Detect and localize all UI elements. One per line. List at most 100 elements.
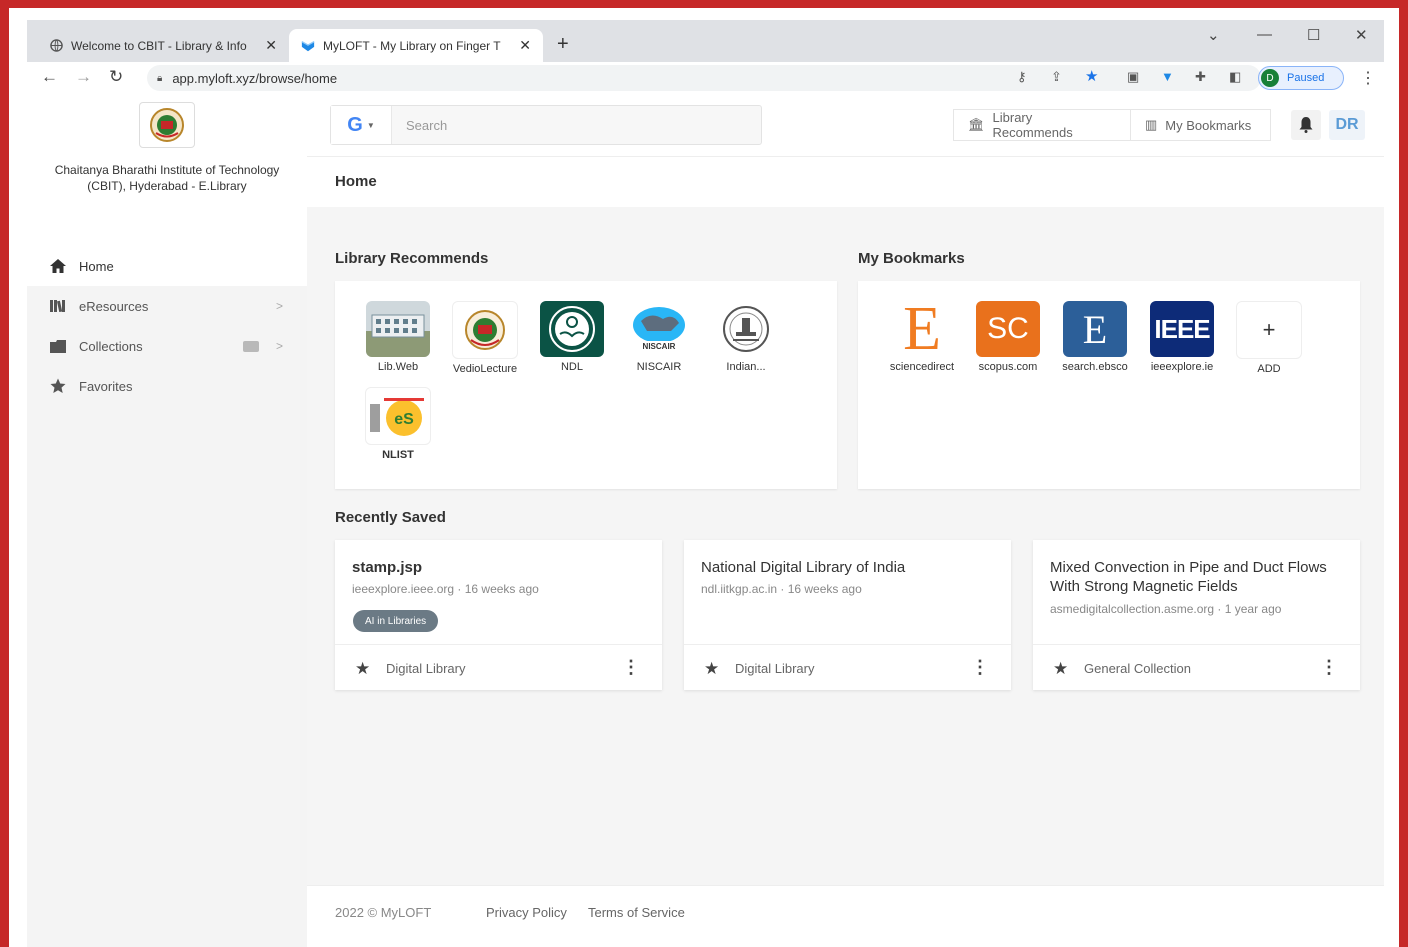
notifications-bell-icon[interactable] bbox=[1291, 110, 1321, 140]
bookmark-tile-ieeexplore[interactable]: IEEE ieeexplore.ie bbox=[1142, 301, 1222, 373]
maximize-icon[interactable]: ☐ bbox=[1307, 26, 1320, 44]
tab-title: MyLOFT - My Library on Finger T bbox=[323, 38, 501, 53]
sciencedirect-logo: E bbox=[890, 301, 954, 357]
main-content: G ▼ Search 🏛︎ Library Recommends ▥ My Boo… bbox=[307, 94, 1384, 947]
myloft-extension-icon[interactable]: ▼ bbox=[1161, 69, 1174, 84]
ieee-logo: IEEE bbox=[1150, 301, 1214, 357]
saved-card[interactable]: Mixed Convection in Pipe and Duct Flows … bbox=[1033, 540, 1360, 690]
new-tab-button[interactable]: + bbox=[557, 33, 569, 56]
recommend-tile-ndl[interactable]: NDL bbox=[532, 301, 612, 373]
saved-card[interactable]: National Digital Library of India ndl.ii… bbox=[684, 540, 1011, 690]
sidebar-item-favorites[interactable]: Favorites bbox=[27, 366, 307, 406]
forward-arrow-icon[interactable]: → bbox=[75, 67, 92, 87]
recommend-tile-vediolecture[interactable]: VedioLecture bbox=[445, 301, 525, 375]
star-icon[interactable]: ★ bbox=[704, 659, 719, 679]
browser-window: Welcome to CBIT - Library & Info ✕ MyLOF… bbox=[27, 20, 1384, 947]
saved-title[interactable]: stamp.jsp bbox=[352, 558, 642, 577]
minimize-icon[interactable]: — bbox=[1257, 26, 1272, 43]
star-icon[interactable]: ★ bbox=[1053, 659, 1068, 679]
search-bar[interactable]: G ▼ Search bbox=[330, 105, 762, 145]
scopus-logo: SC bbox=[976, 301, 1040, 357]
my-bookmarks-card: E sciencedirect SC scopus.com E search.e… bbox=[858, 281, 1360, 489]
sidebar: Chaitanya Bharathi Institute of Technolo… bbox=[27, 94, 307, 947]
chevron-right-icon[interactable]: > bbox=[276, 339, 283, 353]
tab-close-icon[interactable]: ✕ bbox=[265, 37, 277, 54]
saved-card[interactable]: stamp.jsp ieeexplore.ieee.org · 16 weeks… bbox=[335, 540, 662, 690]
puzzle-icon[interactable]: ✚ bbox=[1195, 69, 1206, 85]
bookmark-glyph: IEEE bbox=[1154, 313, 1210, 344]
saved-card-footer: ★ Digital Library ⋮ bbox=[684, 644, 1011, 691]
saved-source: asmedigitalcollection.asme.org · 1 year … bbox=[1050, 602, 1282, 616]
bookmarks-icon: ▥ bbox=[1145, 117, 1158, 132]
library-building-icon: 🏛︎ bbox=[968, 117, 985, 132]
sidebar-item-label: Collections bbox=[79, 338, 143, 354]
copyright-text: 2022 © MyLOFT bbox=[335, 905, 432, 920]
page-title: Home bbox=[335, 173, 377, 190]
profile-button[interactable]: D Paused bbox=[1258, 66, 1344, 90]
more-options-icon[interactable]: ⋮ bbox=[1320, 657, 1338, 678]
profile-status: Paused bbox=[1287, 72, 1325, 84]
more-options-icon[interactable]: ⋮ bbox=[971, 657, 989, 678]
privacy-policy-link[interactable]: Privacy Policy bbox=[486, 905, 567, 920]
recommend-tile-libweb[interactable]: Lib.Web bbox=[358, 301, 438, 373]
saved-tag[interactable]: AI in Libraries bbox=[353, 610, 439, 632]
svg-text:eS: eS bbox=[394, 411, 414, 428]
bookmark-star-icon[interactable]: ★ bbox=[1085, 67, 1098, 85]
search-input[interactable]: Search bbox=[406, 118, 447, 133]
sidebar-brand: Chaitanya Bharathi Institute of Technolo… bbox=[27, 94, 307, 246]
indian-thumbnail bbox=[714, 301, 778, 357]
saved-collection: Digital Library bbox=[735, 661, 815, 676]
window-close-icon[interactable]: ✕ bbox=[1355, 26, 1368, 44]
institution-name: Chaitanya Bharathi Institute of Technolo… bbox=[54, 163, 280, 193]
tile-label: VedioLecture bbox=[452, 363, 518, 375]
extension-icon[interactable]: ▣ bbox=[1127, 69, 1139, 85]
bookmark-glyph: + bbox=[1262, 317, 1276, 342]
tab-cbit-welcome[interactable]: Welcome to CBIT - Library & Info ✕ bbox=[37, 29, 289, 62]
saved-card-footer: ★ Digital Library ⋮ bbox=[335, 644, 662, 691]
terms-of-service-link[interactable]: Terms of Service bbox=[588, 905, 685, 920]
recommend-tile-nlist[interactable]: eS NLIST bbox=[358, 387, 438, 461]
chevron-right-icon[interactable]: > bbox=[276, 299, 283, 313]
nlist-thumbnail: eS bbox=[365, 387, 431, 445]
sidebar-item-collections[interactable]: Collections > bbox=[27, 326, 307, 366]
library-recommends-card: Lib.Web VedioLecture NDL NISCAIR NISCAIR bbox=[335, 281, 837, 489]
search-engine-selector[interactable]: G ▼ bbox=[331, 106, 392, 144]
institution-logo[interactable] bbox=[139, 102, 195, 148]
reload-icon[interactable]: ↻ bbox=[109, 67, 123, 87]
caret-down-icon: ▼ bbox=[366, 120, 375, 130]
bookmark-tile-scopus[interactable]: SC scopus.com bbox=[968, 301, 1048, 373]
back-arrow-icon[interactable]: ← bbox=[41, 67, 58, 87]
tab-title: Welcome to CBIT - Library & Info bbox=[71, 38, 247, 53]
saved-source: ieeexplore.ieee.org · 16 weeks ago bbox=[352, 582, 539, 596]
more-options-icon[interactable]: ⋮ bbox=[622, 657, 640, 678]
star-icon[interactable]: ★ bbox=[355, 659, 370, 679]
bookmark-tile-ebsco[interactable]: E search.ebsco bbox=[1055, 301, 1135, 373]
sidebar-item-eresources[interactable]: eResources > bbox=[27, 286, 307, 326]
tab-search-chevron-icon[interactable]: ⌄ bbox=[1207, 26, 1220, 44]
browser-menu-icon[interactable]: ⋮ bbox=[1360, 68, 1376, 88]
tile-label: Indian... bbox=[726, 361, 766, 373]
saved-collection: Digital Library bbox=[386, 661, 466, 676]
plus-icon: + bbox=[1236, 301, 1302, 359]
add-bookmark-tile[interactable]: + ADD bbox=[1229, 301, 1309, 375]
key-icon[interactable]: ⚷ bbox=[1017, 69, 1027, 85]
saved-collection: General Collection bbox=[1084, 661, 1191, 676]
recommend-tile-indian[interactable]: Indian... bbox=[706, 301, 786, 373]
user-avatar[interactable]: DR bbox=[1329, 110, 1365, 140]
saved-title[interactable]: National Digital Library of India bbox=[701, 558, 991, 577]
profile-avatar: D bbox=[1261, 69, 1279, 87]
bookmark-tile-sciencedirect[interactable]: E sciencedirect bbox=[882, 301, 962, 373]
library-recommends-button[interactable]: 🏛︎ Library Recommends bbox=[953, 109, 1131, 141]
tab-myloft[interactable]: MyLOFT - My Library on Finger T ✕ bbox=[289, 29, 543, 62]
side-panel-icon[interactable]: ◧ bbox=[1229, 69, 1241, 85]
saved-title[interactable]: Mixed Convection in Pipe and Duct Flows … bbox=[1050, 558, 1340, 596]
my-bookmarks-button[interactable]: ▥ My Bookmarks bbox=[1130, 109, 1271, 141]
tab-close-icon[interactable]: ✕ bbox=[519, 37, 531, 54]
sidebar-item-home[interactable]: Home bbox=[27, 246, 307, 286]
globe-icon bbox=[49, 39, 63, 53]
page-footer: 2022 © MyLOFT Privacy Policy Terms of Se… bbox=[307, 885, 1384, 947]
share-icon[interactable]: ⇪ bbox=[1051, 69, 1062, 85]
recommend-tile-niscair[interactable]: NISCAIR NISCAIR bbox=[619, 301, 699, 373]
niscair-thumbnail: NISCAIR bbox=[627, 301, 691, 357]
tile-label: scopus.com bbox=[978, 361, 1038, 373]
